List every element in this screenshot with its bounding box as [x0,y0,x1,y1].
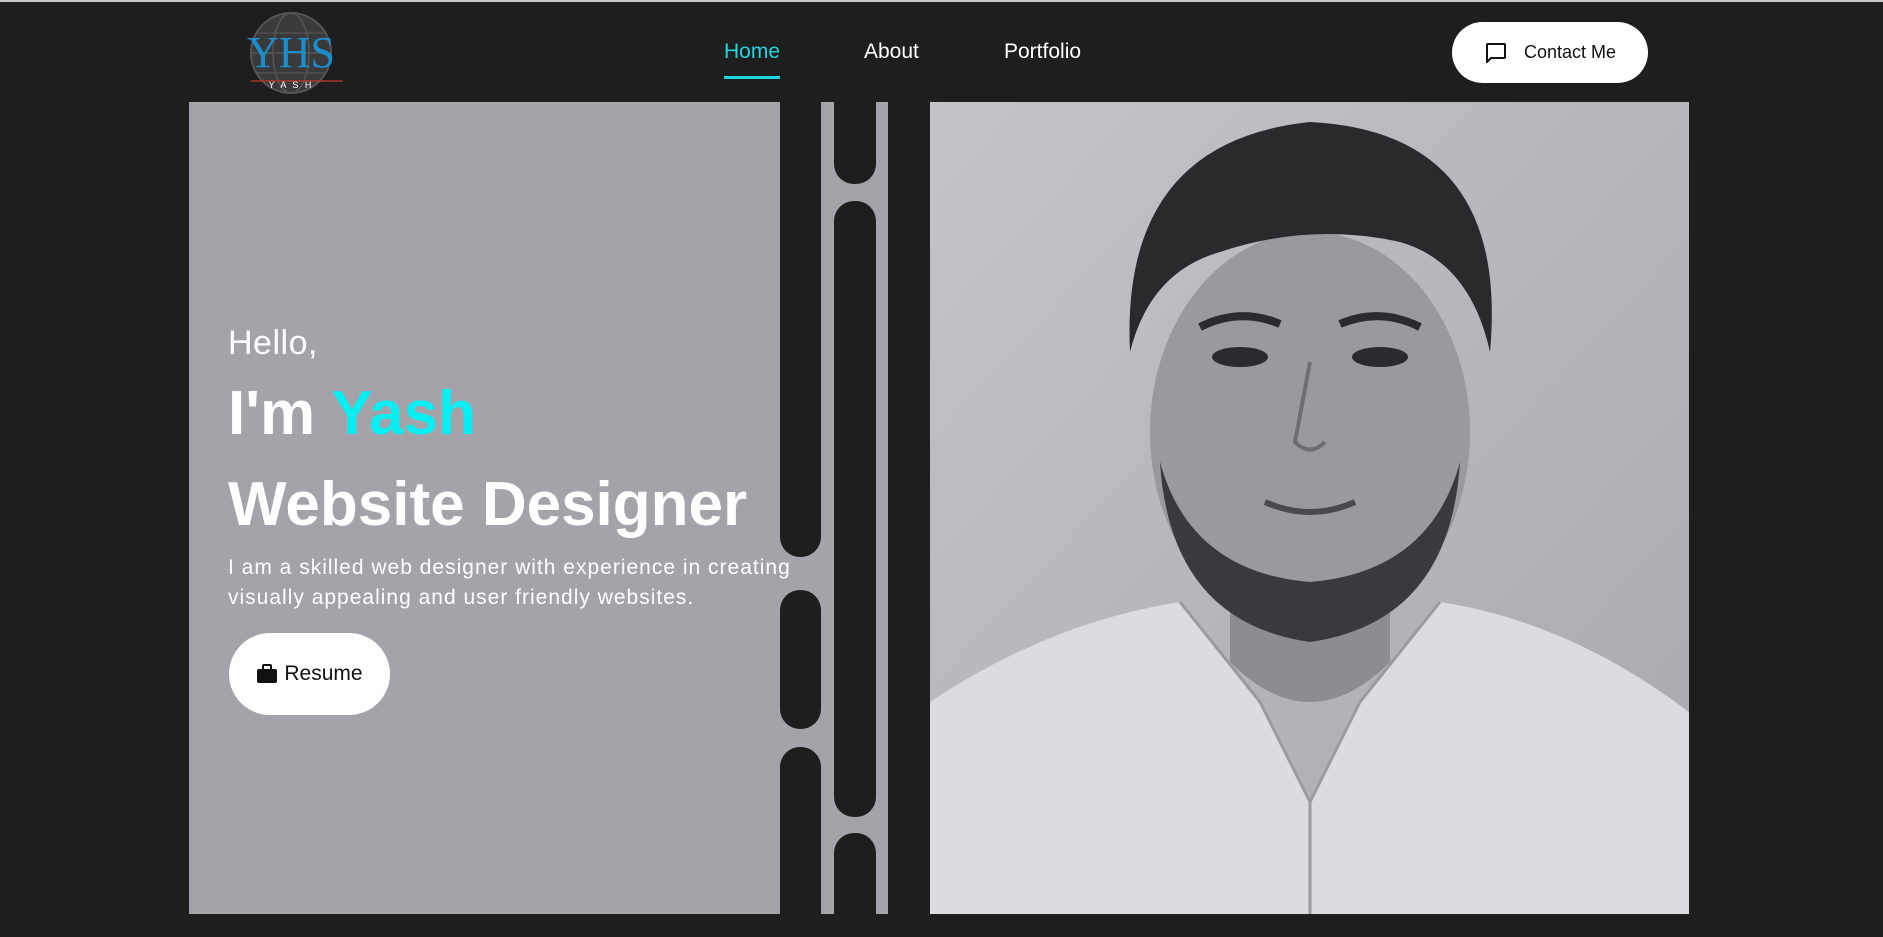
hero-description: I am a skilled web designer with experie… [228,556,791,609]
site-logo[interactable]: YHS Y A S H [245,11,345,95]
nav-active-indicator [724,76,781,79]
nav-home[interactable]: Home [724,40,781,79]
hero-intro: I'm Yash [228,383,476,445]
contact-me-label: Contact Me [1523,42,1617,62]
logo-text: YHS [247,28,335,77]
resume-button[interactable]: Resume [229,633,390,715]
film-strip-decoration [780,72,930,937]
page: YHS Y A S H Home About Portfolio Contact… [0,0,1883,937]
resume-label: Resume [284,662,363,685]
profile-photo [930,102,1689,914]
briefcase-icon [256,663,278,685]
globe-logo-icon: YHS Y A S H [247,12,343,94]
hero-role: Website Designer [228,470,748,539]
hero-name: Yash [331,379,476,448]
nav-about[interactable]: About [864,40,919,64]
nav-portfolio-label: Portfolio [1004,40,1082,63]
nav-home-label: Home [724,40,781,63]
nav-about-label: About [864,40,919,63]
hero-intro-prefix: I'm [228,379,316,448]
chat-bubble-icon [1484,41,1508,65]
contact-me-button[interactable]: Contact Me [1452,22,1648,83]
nav-portfolio[interactable]: Portfolio [1004,40,1081,64]
hero-greeting: Hello, [228,324,318,362]
